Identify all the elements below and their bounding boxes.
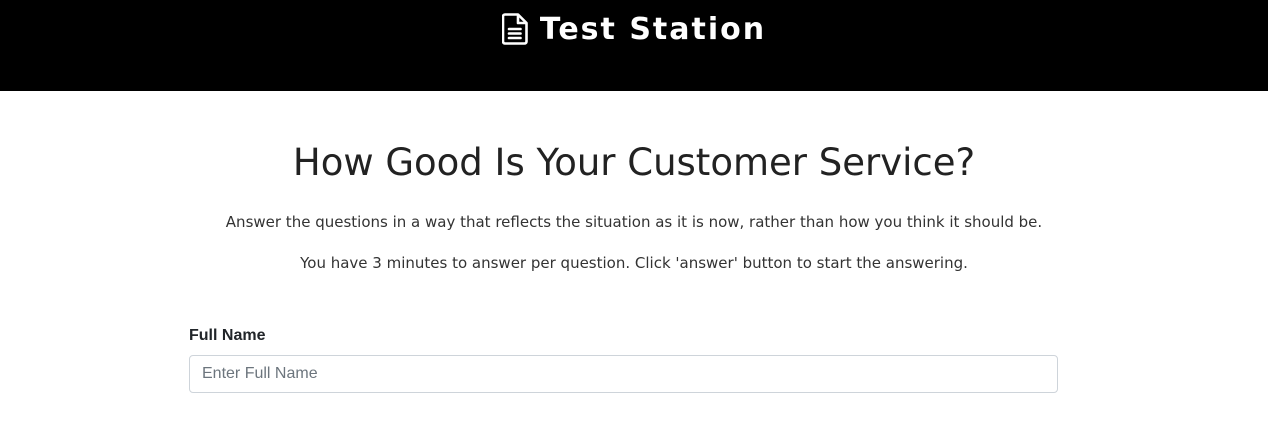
document-icon (501, 13, 528, 56)
time-limit-text: You have 3 minutes to answer per questio… (300, 254, 968, 272)
top-header-bar: Test Station (0, 0, 1268, 91)
brand[interactable]: Test Station (0, 10, 1268, 56)
full-name-input[interactable] (189, 355, 1058, 393)
page-title: How Good Is Your Customer Service? (292, 141, 976, 184)
instructions-text: Answer the questions in a way that refle… (225, 213, 1043, 231)
brand-name: Test Station (539, 12, 767, 47)
full-name-label: Full Name (189, 327, 266, 344)
